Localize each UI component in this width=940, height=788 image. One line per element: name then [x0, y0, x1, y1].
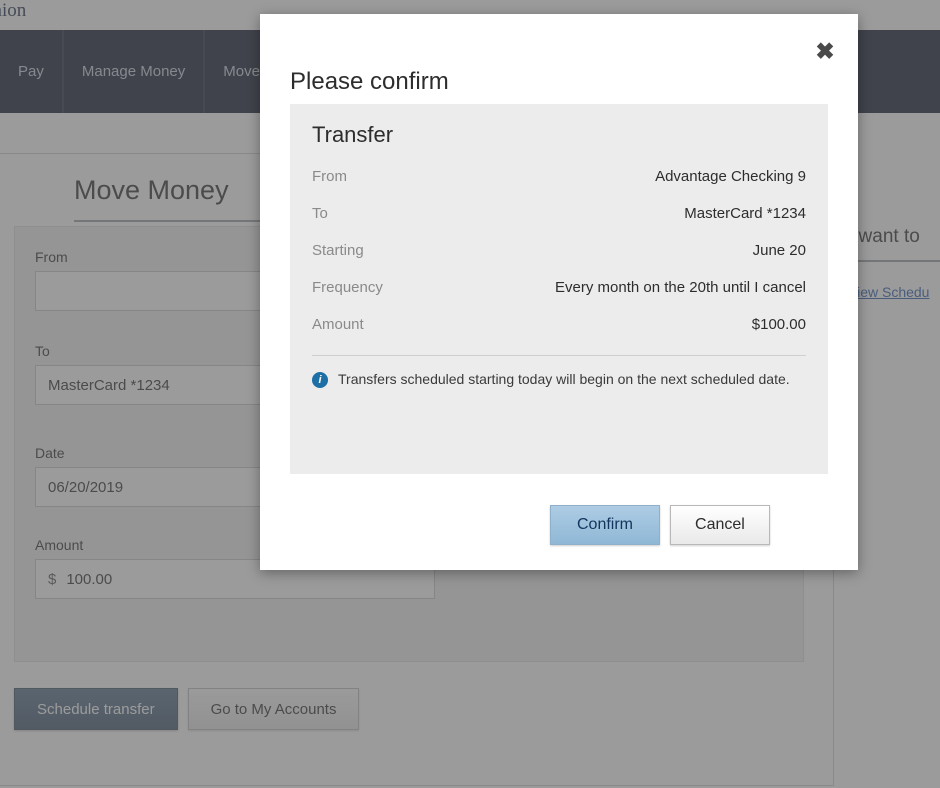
row-key: Starting	[312, 242, 364, 259]
row-value: MasterCard *1234	[684, 205, 806, 222]
summary-rows: From Advantage Checking 9 To MasterCard …	[290, 148, 828, 343]
summary-row-to: To MasterCard *1234	[312, 195, 806, 232]
cancel-button[interactable]: Cancel	[670, 505, 770, 545]
row-key: Amount	[312, 316, 364, 333]
modal-heading: Please confirm	[290, 68, 449, 95]
summary-row-frequency: Frequency Every month on the 20th until …	[312, 269, 806, 306]
row-value: Every month on the 20th until I cancel	[555, 279, 806, 296]
confirm-transfer-modal: ✖ Please confirm Transfer From Advantage…	[260, 14, 858, 570]
close-icon[interactable]: ✖	[814, 40, 836, 63]
modal-action-row: Confirm Cancel	[550, 505, 770, 545]
confirm-button[interactable]: Confirm	[550, 505, 661, 545]
summary-title: Transfer	[312, 122, 394, 147]
notice-text: Transfers scheduled starting today will …	[338, 371, 790, 387]
row-value: June 20	[752, 242, 806, 259]
scheduling-notice: i Transfers scheduled starting today wil…	[290, 356, 828, 389]
row-key: From	[312, 168, 347, 185]
info-icon: i	[312, 372, 328, 388]
summary-row-amount: Amount $100.00	[312, 306, 806, 343]
row-key: Frequency	[312, 279, 383, 296]
row-value: Advantage Checking 9	[655, 168, 806, 185]
summary-row-from: From Advantage Checking 9	[312, 158, 806, 195]
row-value: $100.00	[751, 316, 806, 333]
row-key: To	[312, 205, 328, 222]
transfer-summary-card: Transfer From Advantage Checking 9 To Ma…	[290, 104, 828, 474]
summary-row-starting: Starting June 20	[312, 232, 806, 269]
